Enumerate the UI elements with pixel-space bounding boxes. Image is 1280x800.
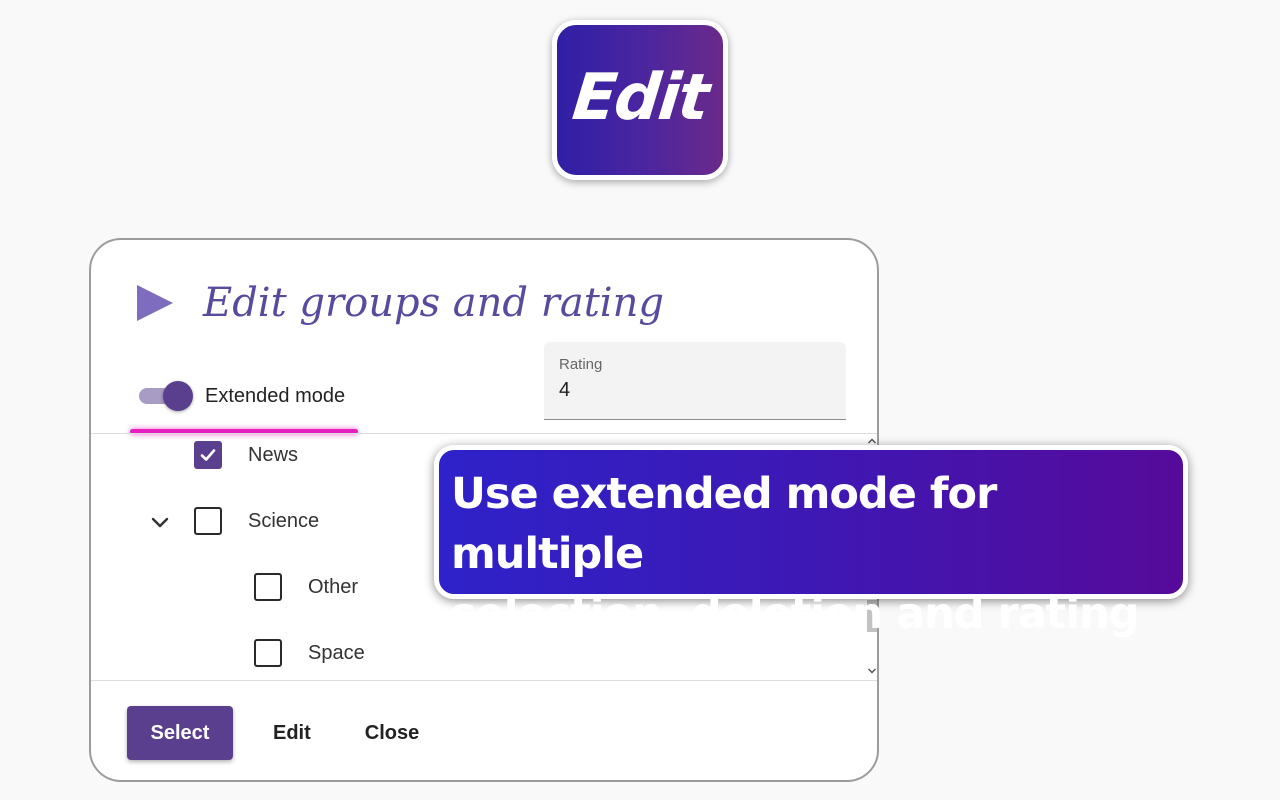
divider xyxy=(91,680,877,681)
close-button[interactable]: Close xyxy=(345,706,439,760)
tree-item-space[interactable]: Space xyxy=(254,633,365,673)
extended-mode-row: Extended mode xyxy=(139,380,345,412)
tree-label: Other xyxy=(308,575,359,598)
scroll-down-icon[interactable] xyxy=(866,666,878,676)
rating-field[interactable]: Rating 4 xyxy=(544,342,846,420)
toggle-thumb xyxy=(163,381,193,411)
logo-text: Edit xyxy=(569,61,711,135)
checkbox-other[interactable] xyxy=(254,573,282,601)
rating-input[interactable]: 4 xyxy=(559,379,831,402)
tree-item-news[interactable]: News xyxy=(194,435,298,475)
rating-label: Rating xyxy=(559,356,603,373)
check-icon xyxy=(200,449,216,461)
edit-button[interactable]: Edit xyxy=(253,706,331,760)
tree-item-other[interactable]: Other xyxy=(254,567,358,607)
tree-label: Space xyxy=(308,641,365,664)
app-logo: Edit xyxy=(552,20,728,180)
page: Edit Edit groups and rating Extended mod… xyxy=(0,0,1280,800)
callout-line-1: Use extended mode for multiple xyxy=(451,469,997,579)
callout-banner: Use extended mode for multiple selection… xyxy=(434,445,1188,639)
extended-mode-toggle[interactable] xyxy=(139,380,193,412)
dialog-title: Edit groups and rating xyxy=(203,280,664,326)
tree-item-science[interactable]: Science xyxy=(194,501,319,541)
dialog-actions: Select Edit Close xyxy=(127,706,453,760)
tree-label: Science xyxy=(248,509,320,532)
play-icon xyxy=(137,285,173,321)
dialog-header: Edit groups and rating xyxy=(137,280,664,326)
tree-label: News xyxy=(248,443,299,466)
checkbox-space[interactable] xyxy=(254,639,282,667)
chevron-down-icon[interactable] xyxy=(149,512,171,534)
checkbox-science[interactable] xyxy=(194,507,222,535)
checkbox-news[interactable] xyxy=(194,441,222,469)
callout-line-2: selection, deletion and rating xyxy=(451,589,1139,639)
extended-mode-label[interactable]: Extended mode xyxy=(205,385,345,408)
select-button[interactable]: Select xyxy=(127,706,233,760)
